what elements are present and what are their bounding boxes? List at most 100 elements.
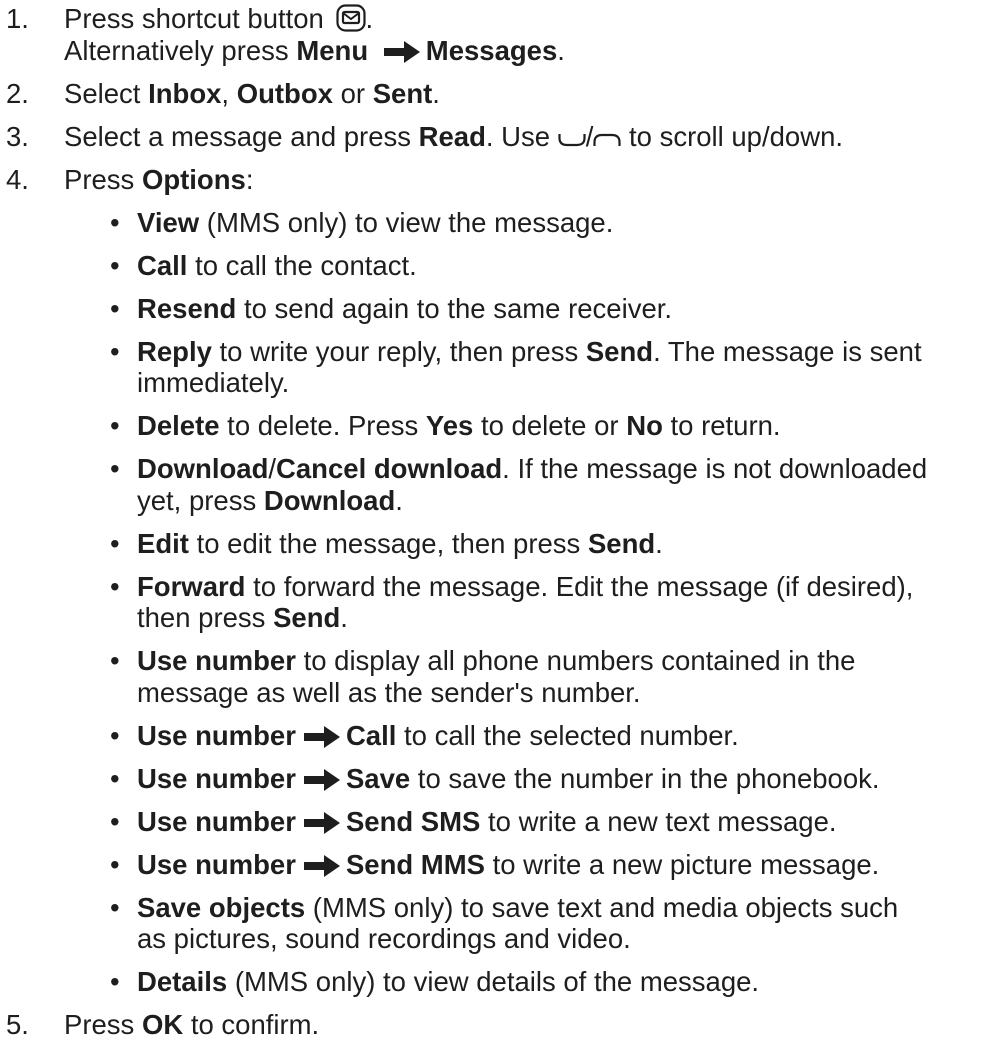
send-sms-label: Send SMS: [345, 805, 481, 837]
option-label: Edit: [137, 527, 189, 559]
option-description: to display all phone numbers contained i…: [295, 645, 856, 676]
step-number: 4.: [6, 163, 29, 195]
option-description: . The message is sent: [653, 335, 922, 367]
punctuation: :: [245, 163, 254, 195]
punctuation: .: [432, 77, 440, 109]
arrow-right-icon: [303, 851, 340, 885]
sent-label: Sent: [372, 77, 433, 109]
option-label: Details: [137, 966, 228, 997]
option-label: Use number: [137, 762, 296, 794]
punctuation: .: [557, 34, 565, 66]
option-description: (MMS only) to view details of the messag…: [227, 966, 760, 997]
option-label: Download: [137, 453, 269, 484]
option-description: to delete. Press: [219, 410, 426, 441]
download-label: Download: [263, 484, 396, 516]
bullet: •: [110, 966, 120, 997]
bullet: •: [110, 570, 120, 602]
step-text: Select: [64, 77, 141, 109]
menu-label: Menu: [296, 34, 369, 66]
step-text: Press: [64, 1009, 135, 1040]
option-description: to write a new text message.: [480, 805, 837, 837]
send-mms-label: Send MMS: [345, 848, 485, 880]
option-label: Use number: [137, 805, 296, 837]
punctuation: .: [655, 527, 663, 559]
option-label: Save objects: [137, 891, 306, 923]
inbox-label: Inbox: [148, 77, 222, 109]
option-label: View: [137, 206, 200, 238]
bullet: •: [110, 335, 120, 367]
ok-label: OK: [141, 1009, 184, 1040]
step-number: 5.: [6, 1009, 29, 1040]
save-label: Save: [345, 762, 411, 794]
messages-label: Messages: [425, 34, 558, 66]
bullet: •: [110, 762, 120, 794]
send-label: Send: [273, 602, 341, 633]
option-description: to write a new picture message.: [484, 848, 880, 880]
option-description: then press: [137, 602, 274, 633]
step-text: Press: [64, 163, 135, 195]
cancel-download-label: Cancel download: [276, 453, 503, 484]
no-label: No: [626, 410, 663, 441]
option-description: to send again to the same receiver.: [236, 292, 673, 324]
punctuation: .: [395, 484, 403, 516]
option-description: (MMS only) to view the message.: [199, 206, 614, 238]
punctuation: ,: [221, 77, 230, 109]
option-description: to call the contact.: [187, 249, 417, 281]
option-label: Use number: [137, 848, 296, 880]
bullet: •: [110, 527, 120, 559]
step-text: Select a message and press: [64, 120, 411, 152]
option-label: Resend: [137, 292, 237, 324]
option-description: (MMS only) to save text and media object…: [305, 891, 899, 923]
arrow-right-icon: [303, 722, 340, 756]
option-label: Forward: [137, 570, 246, 602]
option-description: to save the number in the phonebook.: [410, 762, 880, 794]
step-text: to scroll up/down.: [629, 120, 843, 152]
yes-label: Yes: [425, 410, 474, 441]
step-number: 2.: [6, 77, 29, 109]
send-label: Send: [585, 335, 654, 367]
option-description: to delete or: [473, 410, 627, 441]
option-description: immediately.: [137, 367, 290, 398]
option-description: to return.: [662, 410, 781, 441]
bullet: •: [110, 249, 120, 281]
scroll-up-key-icon: [593, 121, 621, 155]
option-description: to write your reply, then press: [211, 335, 586, 367]
option-description: to forward the message. Edit the message…: [245, 570, 914, 602]
punctuation: .: [340, 602, 348, 633]
option-description: to edit the message, then press: [188, 527, 588, 559]
bullet: •: [110, 410, 120, 441]
option-description: yet, press: [137, 484, 264, 516]
punctuation: .: [365, 3, 374, 34]
bullet: •: [110, 453, 120, 484]
bullet: •: [110, 848, 120, 880]
option-description: message as well as the sender's number.: [137, 676, 641, 708]
options-label: Options: [141, 163, 246, 195]
punctuation: /: [268, 453, 277, 484]
call-label: Call: [345, 719, 397, 751]
outbox-label: Outbox: [236, 77, 333, 109]
option-description: to call the selected number.: [396, 719, 739, 751]
option-description: as pictures, sound recordings and video.: [137, 923, 631, 954]
step-text: . Use: [485, 120, 551, 152]
arrow-right-icon: [303, 765, 340, 799]
bullet: •: [110, 719, 120, 751]
option-description: . If the message is not downloaded: [502, 453, 928, 484]
bullet: •: [110, 206, 120, 238]
bullet: •: [110, 292, 120, 324]
bullet: •: [110, 805, 120, 837]
scroll-down-key-icon: [558, 121, 586, 155]
option-label: Use number: [137, 719, 296, 751]
step-number: 1.: [6, 3, 29, 34]
send-label: Send: [587, 527, 656, 559]
step-text: to confirm.: [190, 1009, 320, 1040]
step-text: Press shortcut button: [64, 3, 324, 34]
arrow-right-icon: [383, 37, 420, 71]
option-label: Call: [137, 249, 188, 281]
bullet: •: [110, 891, 120, 923]
read-label: Read: [418, 120, 486, 152]
step-text: Alternatively press: [64, 34, 289, 66]
option-label: Reply: [137, 335, 212, 367]
bullet: •: [110, 645, 120, 676]
option-label: Delete: [137, 410, 220, 441]
step-number: 3.: [6, 120, 29, 152]
